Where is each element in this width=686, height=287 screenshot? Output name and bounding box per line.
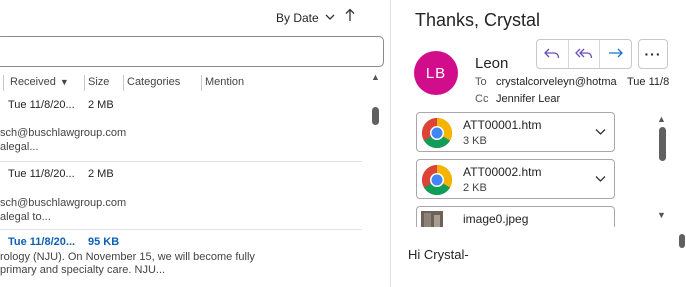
chevron-down-icon[interactable] (595, 125, 606, 139)
scroll-up-icon[interactable]: ▲ (371, 72, 380, 82)
more-icon: ··· (644, 46, 662, 62)
sort-descending-icon: ▼ (59, 77, 69, 87)
column-header: Received ▼ Size Categories Mention (0, 73, 362, 93)
received-date: Tue 11/8/20... (8, 168, 75, 180)
column-separator (201, 75, 202, 91)
column-categories[interactable]: Categories (127, 76, 180, 88)
attachment-name: image0.jpeg (463, 212, 529, 226)
received-date: Tue 11/8/20... (8, 99, 75, 111)
message-preview: primary and specialty care. NJU... (0, 264, 166, 276)
sort-label: By Date (276, 11, 319, 25)
avatar[interactable]: LB (414, 51, 458, 95)
column-size[interactable]: Size (88, 76, 109, 88)
avatar-initials: LB (425, 64, 447, 82)
chevron-down-icon[interactable] (595, 172, 606, 186)
search-box[interactable] (0, 36, 384, 67)
sender-name[interactable]: Leon (475, 55, 508, 72)
attachment-name: ATT00002.htm (463, 165, 542, 179)
attachment-size: 2 KB (463, 182, 487, 194)
reading-pane: Thanks, Crystal ··· LB Leon To crystalcor… (391, 0, 686, 287)
message-row[interactable]: Tue 11/8/20... 2 MB sch@buschlawgroup.co… (0, 163, 362, 230)
reply-button[interactable] (537, 40, 569, 68)
message-preview: sch@buschlawgroup.com (0, 127, 127, 139)
sent-date: Tue 11/8 (627, 76, 670, 88)
message-preview: sch@buschlawgroup.com (0, 197, 127, 209)
attachment-card[interactable]: image0.jpeg (416, 206, 615, 227)
message-list-pane: By Date Received ▼ Size Categories Mentio… (0, 0, 390, 287)
more-actions-button[interactable]: ··· (638, 39, 668, 69)
scrollbar-thumb[interactable] (372, 107, 379, 125)
column-mention[interactable]: Mention (205, 76, 244, 88)
column-separator (3, 75, 4, 91)
message-preview: alegal to... (0, 211, 51, 223)
reading-pane-scrollbar[interactable] (678, 228, 686, 287)
forward-button[interactable] (600, 40, 631, 68)
cc-recipient[interactable]: Jennifer Lear (496, 93, 560, 105)
attachment-card[interactable]: ATT00001.htm 3 KB (416, 112, 615, 152)
scroll-down-icon[interactable]: ▼ (657, 210, 666, 220)
message-row[interactable]: Tue 11/8/20... 95 KB rology (NJU). On No… (0, 231, 362, 287)
forward-icon (608, 48, 623, 58)
message-size: 2 MB (88, 99, 114, 111)
message-body: Hi Crystal- (408, 247, 469, 262)
message-list-scrollbar[interactable]: ▲ (366, 70, 384, 287)
message-row[interactable]: Tue 11/8/20... 2 MB sch@buschlawgroup.co… (0, 95, 362, 162)
column-received[interactable]: Received ▼ (10, 76, 69, 88)
chrome-icon (421, 164, 453, 199)
reply-icon (544, 48, 560, 59)
sort-direction-icon[interactable] (345, 8, 355, 27)
message-preview: alegal... (0, 141, 39, 153)
image-thumbnail (421, 211, 443, 227)
message-size: 95 KB (88, 236, 120, 248)
cc-label: Cc (475, 93, 489, 105)
message-preview: rology (NJU). On November 15, we will be… (0, 251, 255, 263)
to-row: To crystalcorveleyn@hotma (475, 76, 617, 88)
column-separator (84, 75, 85, 91)
scrollbar-thumb[interactable] (679, 234, 685, 248)
attachment-card[interactable]: ATT00002.htm 2 KB (416, 159, 615, 199)
reply-all-button[interactable] (569, 40, 601, 68)
chrome-icon (421, 117, 453, 152)
attachment-size: 3 KB (463, 135, 487, 147)
reply-all-icon (575, 48, 593, 59)
received-date: Tue 11/8/20... (8, 236, 76, 248)
to-label: To (475, 76, 487, 88)
message-subject: Thanks, Crystal (415, 10, 541, 30)
reply-actions-group (536, 39, 632, 69)
attachments-list: ATT00001.htm 3 KB ATT00002.htm 2 KB imag… (391, 110, 653, 227)
column-separator (123, 75, 124, 91)
to-recipient[interactable]: crystalcorveleyn@hotma (496, 76, 617, 88)
chevron-down-icon (325, 13, 335, 24)
scrollbar-thumb[interactable] (659, 127, 666, 161)
sort-dropdown[interactable]: By Date (276, 11, 335, 25)
cc-row: Cc Jennifer Lear (475, 93, 560, 105)
scroll-up-icon[interactable]: ▲ (657, 114, 666, 124)
attachments-scrollbar[interactable]: ▲ ▼ (656, 114, 668, 226)
attachment-name: ATT00001.htm (463, 118, 542, 132)
message-size: 2 MB (88, 168, 114, 180)
